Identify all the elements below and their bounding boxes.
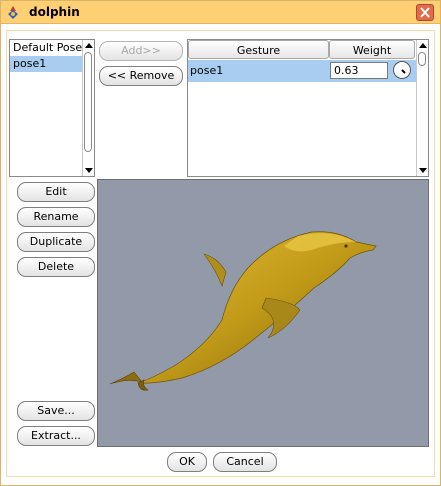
dial-icon (401, 69, 406, 74)
model-viewport[interactable] (97, 179, 429, 447)
column-header-gesture[interactable]: Gesture (188, 40, 329, 59)
column-header-weight[interactable]: Weight (329, 40, 415, 59)
table-row[interactable]: pose1 0.63 (188, 60, 416, 82)
close-icon (420, 7, 430, 18)
cancel-button[interactable]: Cancel (213, 452, 277, 472)
edit-button[interactable]: Edit (17, 182, 95, 202)
dolphin-model (109, 231, 377, 391)
rename-button[interactable]: Rename (17, 207, 95, 227)
table-header: Gesture Weight (188, 40, 416, 59)
remove-button[interactable]: << Remove (99, 66, 183, 86)
scroll-up-arrow-icon[interactable] (85, 43, 93, 48)
add-button[interactable]: Add>> (99, 41, 183, 61)
pose-list[interactable]: Default Pose pose1 (9, 39, 95, 177)
extract-button[interactable]: Extract... (17, 426, 95, 446)
gesture-name: pose1 (190, 64, 224, 77)
ok-button[interactable]: OK (167, 452, 207, 472)
save-button[interactable]: Save... (17, 401, 95, 421)
scroll-thumb[interactable] (418, 52, 426, 66)
app-icon (8, 6, 18, 19)
duplicate-button[interactable]: Duplicate (17, 232, 95, 252)
gesture-table-scrollbar[interactable] (416, 40, 428, 176)
delete-button[interactable]: Delete (17, 257, 95, 277)
pose-list-scrollbar[interactable] (82, 40, 94, 176)
dialog-window: dolphin Default Pose pose1 Add>> << Remo… (0, 0, 441, 486)
window-title: dolphin (29, 5, 80, 19)
title-bar[interactable]: dolphin (1, 1, 440, 24)
scroll-down-arrow-icon[interactable] (85, 168, 93, 173)
close-button[interactable] (416, 4, 434, 21)
scroll-thumb[interactable] (84, 52, 92, 152)
scroll-down-arrow-icon[interactable] (419, 168, 427, 173)
weight-dial[interactable] (393, 61, 411, 79)
weight-field[interactable]: 0.63 (330, 62, 388, 79)
scroll-up-arrow-icon[interactable] (419, 43, 427, 48)
gesture-table: Gesture Weight pose1 0.63 (187, 39, 429, 177)
